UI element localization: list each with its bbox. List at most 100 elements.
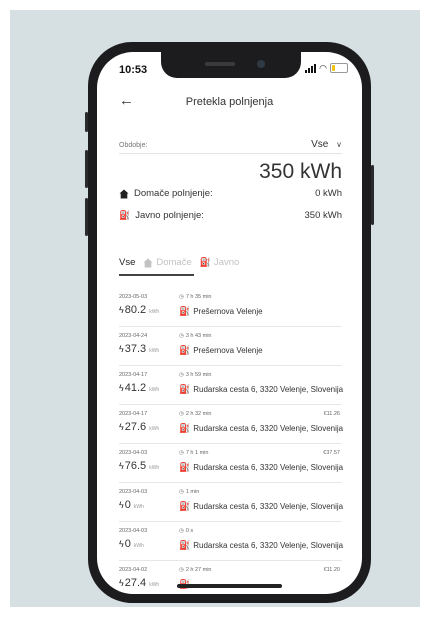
charging-station-icon: ⛽ bbox=[179, 462, 191, 472]
home-icon bbox=[143, 258, 153, 267]
session-location-text: Rudarska cesta 6, 3320 Velenje, Slovenij… bbox=[193, 424, 344, 433]
session-energy-value: 76.5 bbox=[124, 460, 147, 472]
session-energy: ϟ 0 kWh bbox=[119, 538, 144, 550]
clock-icon: ◷ bbox=[179, 567, 184, 573]
mute-switch bbox=[85, 112, 88, 132]
session-date: 2023-04-17 bbox=[119, 372, 148, 378]
session-duration: ◷ 7 h 35 min bbox=[179, 294, 212, 300]
divider bbox=[119, 153, 342, 154]
signal-icon bbox=[305, 63, 317, 73]
session-cost: €11.20 bbox=[323, 567, 340, 573]
bolt-icon: ϟ bbox=[119, 500, 124, 510]
session-location-text: Rudarska cesta 6, 3320 Velenje, Slovenij… bbox=[193, 385, 344, 394]
volume-down-button bbox=[85, 198, 88, 236]
home-charging-value: 0 kWh bbox=[315, 188, 342, 199]
session-item[interactable]: 2023-04-17 ϟ 27.6 kWh ◷ 2 h 32 min €11.26 ⛽… bbox=[119, 405, 344, 444]
speaker-grille bbox=[205, 62, 235, 66]
session-item[interactable]: 2023-04-17 ϟ 41.2 kWh ◷ 3 h 59 min ⛽ Rudarsk… bbox=[119, 366, 343, 405]
session-energy: ϟ 76.5 kWh bbox=[119, 460, 159, 472]
energy-unit: kWh bbox=[149, 582, 160, 588]
session-date: 2023-04-03 bbox=[119, 528, 148, 534]
session-duration-value: 7 h 35 min bbox=[185, 294, 212, 300]
session-date: 2023-04-03 bbox=[119, 489, 148, 495]
session-location: ⛽ Prešernova Velenje bbox=[179, 345, 263, 356]
session-cost: €37.57 bbox=[323, 450, 340, 456]
session-duration-value: 2 h 27 min bbox=[185, 567, 212, 573]
session-duration: ◷ 3 h 59 min bbox=[179, 372, 212, 378]
session-item[interactable]: 2023-05-03 ϟ 80.2 kWh ◷ 7 h 35 min ⛽ Prešern… bbox=[119, 288, 342, 327]
energy-unit: kWh bbox=[149, 426, 160, 432]
session-energy: ϟ 80.2 kWh bbox=[119, 304, 159, 316]
tab-all-label: Vse bbox=[119, 257, 136, 268]
clock-icon: ◷ bbox=[179, 333, 184, 339]
bolt-icon: ϟ bbox=[119, 305, 124, 315]
energy-unit: kWh bbox=[133, 543, 144, 549]
chevron-down-icon: ∨ bbox=[336, 140, 342, 149]
session-item[interactable]: 2023-04-03 ϟ 76.5 kWh ◷ 7 h 1 min €37.57 ⛽ R… bbox=[119, 444, 343, 483]
bolt-icon: ϟ bbox=[119, 578, 124, 588]
period-dropdown[interactable]: Vse ∨ bbox=[311, 139, 342, 150]
public-charging-value: 350 kWh bbox=[304, 210, 343, 221]
session-location-text: Rudarska cesta 6, 3320 Velenje, Slovenij… bbox=[193, 541, 344, 550]
app-screen: 10:53 ◠ ← Pretekla polnjenja Obdobje: Vs… bbox=[97, 52, 362, 594]
period-value: Vse bbox=[311, 139, 329, 150]
clock-icon: ◷ bbox=[179, 372, 184, 378]
bolt-icon: ϟ bbox=[119, 539, 124, 549]
camera-icon bbox=[257, 60, 265, 68]
session-duration-value: 3 h 59 min bbox=[185, 372, 212, 378]
tab-public[interactable]: ⛽ Javno bbox=[200, 257, 240, 268]
home-charging-row: Domače polnjenje: bbox=[119, 188, 213, 199]
session-location: ⛽ Rudarska cesta 6, 3320 Velenje, Sloveni… bbox=[179, 501, 343, 512]
session-duration-value: 0 s bbox=[185, 528, 194, 534]
bolt-icon: ϟ bbox=[119, 422, 124, 432]
session-location-text: Prešernova Velenje bbox=[193, 307, 263, 316]
session-item[interactable]: 2023-04-02 ϟ27.4kWh ◷2 h 27 min €11.20 ⛽ bbox=[119, 561, 342, 594]
charging-station-icon: ⛽ bbox=[179, 306, 191, 316]
charging-station-icon: ⛽ bbox=[179, 384, 191, 394]
session-item[interactable]: 2023-04-24 ϟ 37.3 kWh ◷ 3 h 43 min ⛽ Prešern… bbox=[119, 327, 342, 366]
session-duration: ◷ 7 h 1 min bbox=[179, 450, 208, 456]
filter-tabs: Vse Domače ⛽ Javno bbox=[119, 257, 239, 268]
session-duration-value: 1 min bbox=[185, 489, 200, 495]
notch bbox=[161, 52, 301, 78]
session-location: ⛽ Rudarska cesta 6, 3320 Velenje, Sloveni… bbox=[179, 462, 343, 473]
home-indicator[interactable] bbox=[177, 584, 282, 588]
session-cost: €11.26 bbox=[323, 411, 340, 417]
charging-station-icon: ⛽ bbox=[179, 345, 191, 355]
session-duration: ◷ 1 min bbox=[179, 489, 199, 495]
session-duration-value: 2 h 32 min bbox=[185, 411, 212, 417]
session-energy-value: 37.3 bbox=[124, 343, 147, 355]
status-icons: ◠ bbox=[305, 63, 348, 73]
power-button bbox=[371, 165, 374, 225]
session-item[interactable]: 2023-04-03 ϟ 0 kWh ◷ 0 s ⛽ Rudarska cesta 6,… bbox=[119, 522, 344, 561]
bolt-icon: ϟ bbox=[119, 383, 124, 393]
public-charging-row: ⛽ Javno polnjenje: bbox=[119, 210, 204, 221]
session-energy-value: 27.6 bbox=[124, 421, 147, 433]
session-duration: ◷ 2 h 32 min bbox=[179, 411, 212, 417]
volume-up-button bbox=[85, 150, 88, 188]
session-duration: ◷ 0 s bbox=[179, 528, 193, 534]
session-location: ⛽ Rudarska cesta 6, 3320 Velenje, Sloveni… bbox=[179, 384, 343, 395]
session-energy: ϟ 27.6 kWh bbox=[119, 421, 159, 433]
session-location-text: Prešernova Velenje bbox=[193, 346, 263, 355]
session-item[interactable]: 2023-04-03 ϟ 0 kWh ◷ 1 min ⛽ Rudarska cesta … bbox=[119, 483, 343, 522]
session-date: 2023-04-17 bbox=[119, 411, 148, 417]
bolt-icon: ϟ bbox=[119, 461, 124, 471]
period-label: Obdobje: bbox=[119, 142, 148, 149]
total-energy: 350 kWh bbox=[259, 160, 342, 183]
sessions-list: 2023-05-03 ϟ 80.2 kWh ◷ 7 h 35 min ⛽ Prešern… bbox=[119, 288, 344, 594]
energy-unit: kWh bbox=[133, 504, 144, 510]
session-duration-value: 7 h 1 min bbox=[185, 450, 209, 456]
session-energy: ϟ 37.3 kWh bbox=[119, 343, 159, 355]
session-date: 2023-04-03 bbox=[119, 450, 148, 456]
charging-station-icon: ⛽ bbox=[119, 210, 131, 220]
tab-home-label: Domače bbox=[156, 257, 192, 268]
clock-icon: ◷ bbox=[179, 294, 184, 300]
session-location-text: Rudarska cesta 6, 3320 Velenje, Slovenij… bbox=[193, 463, 344, 472]
charging-station-icon: ⛽ bbox=[179, 540, 191, 550]
session-date: 2023-04-02 bbox=[119, 567, 148, 573]
session-energy: ϟ 0 kWh bbox=[119, 499, 144, 511]
session-energy: ϟ 41.2 kWh bbox=[119, 382, 159, 394]
tab-all[interactable]: Vse bbox=[119, 257, 135, 268]
tab-home[interactable]: Domače bbox=[143, 257, 192, 268]
